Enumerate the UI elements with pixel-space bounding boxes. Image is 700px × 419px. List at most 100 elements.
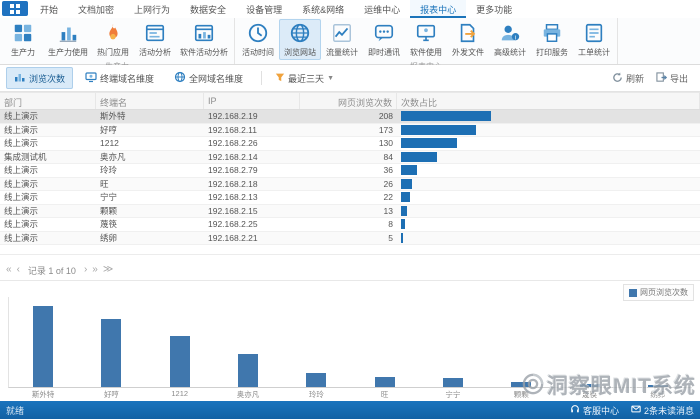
status-bar: 就绪 客服中心2条未读消息 bbox=[0, 401, 700, 419]
table-row[interactable]: 线上演示 斯外特 192.168.2.19 208 bbox=[0, 110, 700, 124]
chart-x-label: 好哼 bbox=[104, 387, 119, 400]
ribbon-button[interactable]: 即时通讯 bbox=[363, 19, 405, 60]
count-ratio-bar bbox=[401, 206, 407, 216]
mail-icon bbox=[631, 404, 641, 416]
ribbon-button-label: 工单统计 bbox=[578, 47, 610, 58]
software-activity-icon bbox=[193, 22, 215, 46]
cell-terminal-name: 奥亦凡 bbox=[96, 151, 204, 163]
fast-forward-icon[interactable]: ≫ bbox=[103, 265, 113, 275]
tab-8[interactable]: 更多功能 bbox=[466, 0, 522, 18]
horizontal-splitter[interactable] bbox=[0, 252, 700, 257]
chart-x-label: 奥亦凡 bbox=[237, 387, 260, 400]
cell-browse-count: 13 bbox=[300, 206, 397, 216]
tab-3[interactable]: 数据安全 bbox=[180, 0, 236, 18]
ribbon-button-label: 软件使用 bbox=[410, 47, 442, 58]
next-page-icon[interactable]: › bbox=[84, 265, 87, 275]
ribbon-button[interactable]: 浏览网站 bbox=[279, 19, 321, 60]
cell-count-ratio bbox=[397, 111, 700, 121]
ribbon-button[interactable]: i高级统计 bbox=[489, 19, 531, 60]
cell-department: 线上演示 bbox=[0, 164, 96, 176]
table-row[interactable]: 线上演示 蔑筷 192.168.2.25 8 bbox=[0, 218, 700, 232]
tab-2[interactable]: 上网行为 bbox=[124, 0, 180, 18]
view-tab-1[interactable]: 终端域名维度 bbox=[77, 67, 162, 89]
print-service-icon bbox=[541, 22, 563, 46]
tab-4[interactable]: 设备管理 bbox=[236, 0, 292, 18]
date-range-filter[interactable]: 最近三天 ▼ bbox=[268, 69, 341, 88]
view-tab-label: 终端域名维度 bbox=[100, 72, 154, 85]
cell-browse-count: 36 bbox=[300, 165, 397, 175]
ribbon-button[interactable]: 活动分析 bbox=[134, 19, 176, 60]
table-row[interactable]: 线上演示 玲玲 192.168.2.79 36 bbox=[0, 164, 700, 178]
date-range-label: 最近三天 bbox=[288, 72, 324, 85]
column-header[interactable]: 终端名 bbox=[96, 93, 204, 109]
tab-0[interactable]: 开始 bbox=[30, 0, 68, 18]
cell-ip: 192.168.2.13 bbox=[204, 192, 300, 202]
cell-terminal-name: 颗颗 bbox=[96, 205, 204, 217]
cell-count-ratio bbox=[397, 233, 700, 243]
export-button[interactable]: 导出 bbox=[650, 69, 694, 88]
column-header[interactable]: 网页浏览次数 bbox=[300, 93, 397, 109]
prev-page-icon[interactable]: ‹ bbox=[17, 265, 20, 275]
chart-bar bbox=[375, 377, 395, 387]
cell-department: 线上演示 bbox=[0, 178, 96, 190]
cell-department: 线上演示 bbox=[0, 137, 96, 149]
refresh-button[interactable]: 刷新 bbox=[606, 69, 650, 88]
tab-5[interactable]: 系统&网络 bbox=[292, 0, 354, 18]
table-row[interactable]: 线上演示 颗颗 192.168.2.15 13 bbox=[0, 205, 700, 219]
ribbon-button[interactable]: 软件使用 bbox=[405, 19, 447, 60]
status-item-label: 2条未读消息 bbox=[644, 404, 694, 417]
ribbon-button[interactable]: 生产力使用 bbox=[44, 19, 92, 60]
ribbon-button[interactable]: 流量统计 bbox=[321, 19, 363, 60]
headset-icon bbox=[570, 404, 580, 416]
view-tab-0[interactable]: 浏览次数 bbox=[6, 67, 73, 89]
chart-x-label: 玲玲 bbox=[309, 387, 324, 400]
ribbon-button[interactable]: 生产力 bbox=[2, 19, 44, 60]
column-header[interactable]: 部门 bbox=[0, 93, 96, 109]
ribbon-button-label: 高级统计 bbox=[494, 47, 526, 58]
table-row[interactable]: 线上演示 1212 192.168.2.26 130 bbox=[0, 137, 700, 151]
cell-count-ratio bbox=[397, 179, 700, 189]
column-header[interactable]: 次数占比 bbox=[397, 93, 700, 109]
ribbon-button-label: 活动时间 bbox=[242, 47, 274, 58]
ribbon-button[interactable]: 外发文件 bbox=[447, 19, 489, 60]
cell-department: 线上演示 bbox=[0, 205, 96, 217]
ribbon-button[interactable]: 打印服务 bbox=[531, 19, 573, 60]
tab-1[interactable]: 文档加密 bbox=[68, 0, 124, 18]
ribbon-group: 活动时间浏览网站流量统计即时通讯软件使用外发文件i高级统计打印服务工单统计报表中… bbox=[235, 18, 618, 64]
cell-ip: 192.168.2.26 bbox=[204, 138, 300, 148]
chart-slot: 1212 bbox=[146, 297, 214, 387]
traffic-stats-icon bbox=[331, 22, 353, 46]
status-item-1[interactable]: 2条未读消息 bbox=[631, 404, 694, 417]
table-row[interactable]: 线上演示 宁宁 192.168.2.13 22 bbox=[0, 191, 700, 205]
outgoing-files-icon bbox=[457, 22, 479, 46]
cell-terminal-name: 宁宁 bbox=[96, 191, 204, 203]
ribbon-button[interactable]: 活动时间 bbox=[237, 19, 279, 60]
activity-report-icon bbox=[144, 22, 166, 46]
view-tab-label: 全网域名维度 bbox=[189, 72, 243, 85]
table-row[interactable]: 线上演示 绣卵 192.168.2.21 5 bbox=[0, 232, 700, 246]
app-menu-button[interactable] bbox=[2, 1, 28, 16]
cell-department: 集成测试机 bbox=[0, 151, 96, 163]
view-tab-2[interactable]: 全网域名维度 bbox=[166, 67, 251, 89]
table-row[interactable]: 集成测试机 奥亦凡 192.168.2.14 84 bbox=[0, 151, 700, 165]
table-row[interactable]: 线上演示 好哼 192.168.2.11 173 bbox=[0, 124, 700, 138]
tab-6[interactable]: 运维中心 bbox=[354, 0, 410, 18]
status-bar-right: 客服中心 2条未读消息 bbox=[570, 404, 694, 417]
last-page-icon[interactable]: » bbox=[92, 265, 98, 275]
ribbon-button[interactable]: 工单统计 bbox=[573, 19, 615, 60]
cell-browse-count: 26 bbox=[300, 179, 397, 189]
ribbon-button[interactable]: 软件活动分析 bbox=[176, 19, 232, 60]
status-item-0[interactable]: 客服中心 bbox=[570, 404, 619, 417]
cell-department: 线上演示 bbox=[0, 124, 96, 136]
cell-browse-count: 8 bbox=[300, 219, 397, 229]
cell-terminal-name: 斯外特 bbox=[96, 110, 204, 122]
table-row[interactable]: 线上演示 旺 192.168.2.18 26 bbox=[0, 178, 700, 192]
column-header[interactable]: IP bbox=[204, 93, 300, 109]
ribbon-button[interactable]: 热门应用 bbox=[92, 19, 134, 60]
first-page-icon[interactable]: « bbox=[6, 265, 12, 275]
count-ratio-bar bbox=[401, 165, 417, 175]
chart-x-label: 旺 bbox=[381, 387, 389, 400]
chart-bar bbox=[101, 319, 121, 387]
ribbon-tab-bar: 开始文档加密上网行为数据安全设备管理系统&网络运维中心报表中心更多功能 bbox=[0, 0, 700, 18]
tab-7[interactable]: 报表中心 bbox=[410, 0, 466, 18]
